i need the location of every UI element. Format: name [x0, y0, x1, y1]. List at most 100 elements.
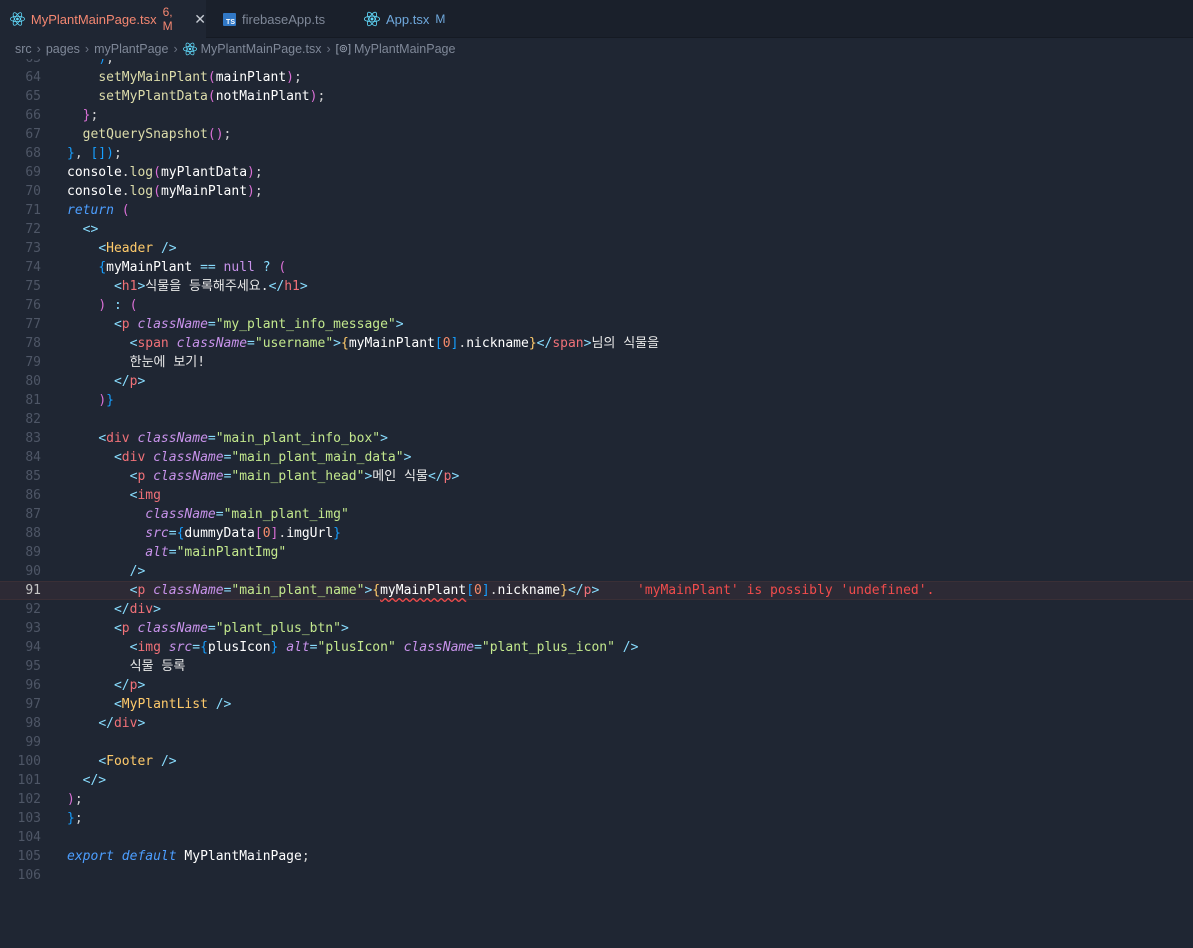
code-line[interactable]: 77 <p className="my_plant_info_message">: [0, 315, 1193, 334]
code-text: <img src={plusIcon} alt="plusIcon" class…: [129, 640, 639, 655]
code-line[interactable]: 76 ) : (: [0, 296, 1193, 315]
line-number: 80: [25, 374, 41, 389]
code-text: />: [129, 564, 146, 579]
line-number: 93: [25, 621, 41, 636]
code-line[interactable]: 99: [0, 733, 1193, 752]
code-line[interactable]: 92 </div>: [0, 600, 1193, 619]
breadcrumb-item[interactable]: MyPlantMainPage: [354, 42, 455, 56]
line-number: 98: [25, 716, 41, 731]
tab-myplantmainpage[interactable]: MyPlantMainPage.tsx 6, M ✕: [0, 0, 206, 38]
code-line[interactable]: 89 alt="mainPlantImg": [0, 543, 1193, 562]
code-text: </>: [82, 773, 107, 788]
code-line[interactable]: 106: [0, 866, 1193, 885]
code-text: src={dummyData[0].imgUrl}: [145, 526, 341, 541]
line-number: 99: [25, 735, 41, 750]
line-number: 104: [17, 830, 41, 845]
code-line[interactable]: 102);: [0, 790, 1193, 809]
line-number: 81: [25, 393, 41, 408]
code-line[interactable]: 63 );: [0, 59, 1193, 68]
code-line[interactable]: 103};: [0, 809, 1193, 828]
code-line[interactable]: 71 return (: [0, 201, 1193, 220]
line-number: 72: [25, 222, 41, 237]
code-line[interactable]: 85 <p className="main_plant_head">메인 식물<…: [0, 467, 1193, 486]
code-line[interactable]: 70 console.log(myMainPlant);: [0, 182, 1193, 201]
code-line[interactable]: 96 </p>: [0, 676, 1193, 695]
code-text: ) : (: [98, 298, 138, 313]
line-number: 78: [25, 336, 41, 351]
code-text: <p className="main_plant_head">메인 식물</p>: [129, 469, 460, 484]
code-text: <Footer />: [98, 754, 177, 769]
code-line[interactable]: 65 setMyPlantData(notMainPlant);: [0, 87, 1193, 106]
tab-firebaseapp[interactable]: TS firebaseApp.ts: [220, 0, 350, 38]
breadcrumb-item[interactable]: src: [15, 42, 32, 56]
breadcrumb-item[interactable]: pages: [46, 42, 80, 56]
code-line[interactable]: 101 </>: [0, 771, 1193, 790]
breadcrumb-item[interactable]: myPlantPage: [94, 42, 168, 56]
line-number: 73: [25, 241, 41, 256]
code-line[interactable]: 83 <div className="main_plant_info_box">: [0, 429, 1193, 448]
line-number: 100: [17, 754, 41, 769]
code-line[interactable]: 105 export default MyPlantMainPage;: [0, 847, 1193, 866]
code-text: <MyPlantList />: [113, 697, 232, 712]
code-line[interactable]: 64 setMyMainPlant(mainPlant);: [0, 68, 1193, 87]
line-number: 68: [25, 146, 41, 161]
code-line[interactable]: 74 {myMainPlant == null ? (: [0, 258, 1193, 277]
react-icon: [182, 42, 197, 55]
code-line[interactable]: 79 한눈에 보기!: [0, 353, 1193, 372]
code-line[interactable]: 78 <span className="username">{myMainPla…: [0, 334, 1193, 353]
line-number: 106: [17, 868, 41, 883]
line-number: 90: [25, 564, 41, 579]
code-line[interactable]: 66 };: [0, 106, 1193, 125]
code-editor[interactable]: 63 );64 setMyMainPlant(mainPlant);65 set…: [0, 59, 1193, 948]
line-number: 74: [25, 260, 41, 275]
line-number: 91: [25, 583, 41, 598]
tab-status: 6, M: [162, 5, 173, 33]
code-text: getQuerySnapshot();: [82, 127, 232, 142]
line-number: 102: [17, 792, 41, 807]
code-text: <Header />: [98, 241, 177, 256]
code-line[interactable]: 87 className="main_plant_img": [0, 505, 1193, 524]
code-line[interactable]: 88 src={dummyData[0].imgUrl}: [0, 524, 1193, 543]
code-line[interactable]: 81 )}: [0, 391, 1193, 410]
code-line[interactable]: 75 <h1>식물을 등록해주세요.</h1>: [0, 277, 1193, 296]
typescript-icon: TS: [223, 12, 236, 26]
code-line[interactable]: 82: [0, 410, 1193, 429]
code-line[interactable]: 104: [0, 828, 1193, 847]
line-number: 63: [0, 59, 41, 68]
line-number: 67: [25, 127, 41, 142]
code-line[interactable]: 84 <div className="main_plant_main_data"…: [0, 448, 1193, 467]
code-line[interactable]: 67 getQuerySnapshot();: [0, 125, 1193, 144]
code-line[interactable]: 69 console.log(myPlantData);: [0, 163, 1193, 182]
line-number: 76: [25, 298, 41, 313]
code-line[interactable]: 94 <img src={plusIcon} alt="plusIcon" cl…: [0, 638, 1193, 657]
code-line[interactable]: 73 <Header />: [0, 239, 1193, 258]
code-line[interactable]: 97 <MyPlantList />: [0, 695, 1193, 714]
line-number: 88: [25, 526, 41, 541]
line-number: 86: [25, 488, 41, 503]
code-line[interactable]: 95 식물 등록: [0, 657, 1193, 676]
breadcrumb-item[interactable]: MyPlantMainPage.tsx: [201, 42, 322, 56]
tab-status: M: [435, 12, 446, 26]
code-line[interactable]: 80 </p>: [0, 372, 1193, 391]
chevron-right-icon: ›: [84, 41, 90, 56]
chevron-right-icon: ›: [173, 41, 178, 56]
code-text: <div className="main_plant_main_data">: [113, 450, 412, 465]
tab-app[interactable]: App.tsx M: [362, 0, 472, 38]
chevron-right-icon: ›: [326, 41, 331, 56]
code-text: <img: [129, 488, 161, 503]
code-line[interactable]: 93 <p className="plant_plus_btn">: [0, 619, 1193, 638]
code-line[interactable]: 98 </div>: [0, 714, 1193, 733]
line-number: 82: [25, 412, 41, 427]
line-number: 69: [25, 165, 41, 180]
code-line[interactable]: 68}, []);: [0, 144, 1193, 163]
code-text: };: [82, 108, 99, 123]
line-number: 87: [25, 507, 41, 522]
code-line[interactable]: 91 <p className="main_plant_name">{myMai…: [0, 581, 1193, 600]
code-line[interactable]: 90 />: [0, 562, 1193, 581]
code-text: <p className="main_plant_name">{myMainPl…: [129, 583, 600, 598]
code-line[interactable]: 72 <>: [0, 220, 1193, 239]
code-line[interactable]: 86 <img: [0, 486, 1193, 505]
close-icon[interactable]: ✕: [194, 11, 206, 28]
code-text: <>: [82, 222, 99, 237]
code-line[interactable]: 100 <Footer />: [0, 752, 1193, 771]
